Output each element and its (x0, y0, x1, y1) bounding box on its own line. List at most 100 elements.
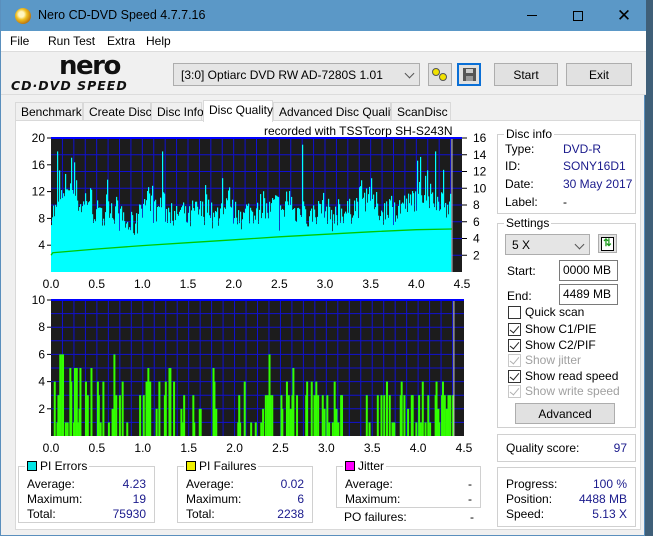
pi-errors-x-tick-label: 1.0 (134, 277, 151, 291)
speed-select-value: 5 X (512, 238, 531, 252)
pi-failures-bar (317, 395, 320, 436)
show-read-speed-checkbox[interactable]: Show read speed (508, 369, 618, 383)
pi-failures-x-tick-label: 1.0 (134, 441, 151, 455)
read-speed-y-tick-label: 12 (473, 165, 487, 179)
pi-failures-bar (331, 422, 334, 436)
pi-errors-average-label: Average: (27, 477, 75, 491)
pi-failures-total-value: 2238 (277, 507, 304, 521)
pi-failures-bar (199, 408, 202, 436)
pi-failures-x-tick-label: 0.0 (43, 441, 60, 455)
end-label: End: (507, 289, 532, 303)
read-speed-y-tick-label: 2 (473, 248, 480, 262)
pi-errors-maximum-label: Maximum: (27, 492, 83, 506)
pi-failures-x-tick-label: 4.5 (456, 441, 473, 455)
pi-failures-bar (296, 395, 299, 436)
pi-failures-bar (365, 395, 368, 436)
advanced-button[interactable]: Advanced (515, 403, 615, 424)
exit-button[interactable]: Exit (566, 63, 632, 86)
read-speed-y-tick-label: 10 (473, 181, 487, 195)
pi-failures-y-tick-label: 2 (38, 402, 45, 416)
pi-failures-bar (213, 381, 216, 436)
read-speed-y-tick-label: 4 (473, 232, 480, 246)
quality-score-box: Quality score: 97 (497, 434, 636, 462)
pi-errors-bar (450, 193, 452, 272)
pi-failures-bar (407, 408, 410, 436)
pi-failures-bar (73, 368, 76, 436)
jitter-swatch (345, 461, 355, 471)
show-c1-pie-checkbox[interactable]: Show C1/PIE (508, 322, 596, 336)
app-window: Nero CD-DVD Speed 4.7.7.16 ✕ File Run Te… (0, 0, 647, 536)
pi-failures-bar (424, 422, 427, 436)
pi-failures-bar (102, 381, 105, 436)
pi-failures-total-label: Total: (186, 507, 215, 521)
refresh-icon: ⇅ (601, 236, 614, 251)
chevron-down-icon (574, 239, 585, 250)
pi-failures-x-tick-label: 4.0 (410, 441, 427, 455)
maximize-button[interactable] (555, 0, 601, 31)
pi-failures-y-tick-label: 6 (38, 347, 45, 361)
pi-failures-average-label: Average: (186, 477, 234, 491)
pi-failures-title: PI Failures (199, 459, 257, 473)
pi-failures-bar (337, 422, 340, 436)
pi-failures-bar (79, 368, 82, 436)
pi-failures-bar (173, 381, 176, 436)
minimize-button[interactable] (509, 0, 555, 31)
pi-errors-x-tick-label: 4.5 (454, 277, 471, 291)
pi-failures-bar (380, 395, 383, 436)
close-button[interactable]: ✕ (601, 0, 647, 31)
start-label: Start: (507, 264, 536, 278)
pi-errors-maximum-value: 19 (132, 492, 146, 506)
close-icon: ✕ (616, 5, 632, 25)
pi-failures-y-tick-label: 8 (38, 320, 45, 334)
pi-failures-bar (139, 395, 142, 436)
pi-failures-bar (326, 395, 329, 436)
pi-failures-bar (419, 422, 422, 436)
progress-box: Progress: 100 % Position: 4488 MB Speed: 5.… (497, 467, 636, 527)
pi-failures-bar (315, 381, 318, 436)
minimize-icon (527, 15, 537, 16)
pi-failures-bar (264, 395, 267, 436)
pi-errors-swatch (27, 461, 37, 471)
pi-failures-bar (260, 422, 263, 436)
disc-info-title: Disc info (504, 127, 555, 141)
pi-failures-x-tick-label: 2.0 (226, 441, 243, 455)
pi-errors-y-tick-label: 16 (32, 158, 46, 172)
pi-failures-bar (310, 381, 313, 436)
settings-group: Settings 5 X ⇅ Start: 0000 MB End: 4489 … (497, 216, 636, 428)
po-failures-row: PO failures: - (344, 510, 474, 525)
pi-failures-bar (250, 422, 253, 436)
pi-failures-bar (215, 408, 218, 436)
pi-errors-x-tick-label: 4.0 (408, 277, 425, 291)
show-write-speed-checkbox[interactable]: Show write speed (508, 384, 620, 398)
jitter-average-label: Average: (345, 477, 393, 491)
pi-failures-y-tick-label: 4 (38, 375, 45, 389)
pi-failures-bar (403, 395, 406, 436)
pi-errors-y-tick-label: 8 (38, 211, 45, 225)
speed-select[interactable]: 5 X (505, 234, 590, 255)
pi-failures-bar (164, 381, 167, 436)
start-input[interactable]: 0000 MB (559, 260, 618, 281)
quick-scan-checkbox[interactable]: Quick scan (508, 305, 584, 319)
pi-failures-bar (59, 354, 62, 436)
pi-failures-bar (97, 395, 100, 436)
show-jitter-checkbox[interactable]: Show jitter (508, 353, 581, 367)
pi-errors-x-tick-label: 3.0 (317, 277, 334, 291)
refresh-speeds-button[interactable]: ⇅ (598, 234, 617, 253)
disc-date-label: Date: (505, 177, 534, 191)
tab-disc-quality[interactable]: Disc Quality (203, 100, 273, 122)
disc-info-group: Disc info Type: DVD-R ID: SONY16D1 Date: 30… (497, 127, 636, 214)
read-speed-y-tick-label: 14 (473, 148, 487, 162)
pi-failures-bar (183, 395, 186, 436)
maximize-icon (573, 10, 583, 21)
pi-failures-bar (155, 408, 158, 436)
pi-failures-bar (126, 422, 129, 436)
end-input[interactable]: 4489 MB (559, 284, 618, 305)
read-speed-y-tick-label: 8 (473, 198, 480, 212)
pi-errors-x-tick-label: 3.5 (362, 277, 379, 291)
pi-failures-bar (193, 422, 196, 436)
pi-failures-bar (328, 422, 331, 436)
jitter-average-value: - (468, 477, 472, 491)
start-button[interactable]: Start (494, 63, 558, 86)
position-value: 4488 MB (578, 492, 627, 506)
show-c2-pif-checkbox[interactable]: Show C2/PIF (508, 338, 596, 352)
